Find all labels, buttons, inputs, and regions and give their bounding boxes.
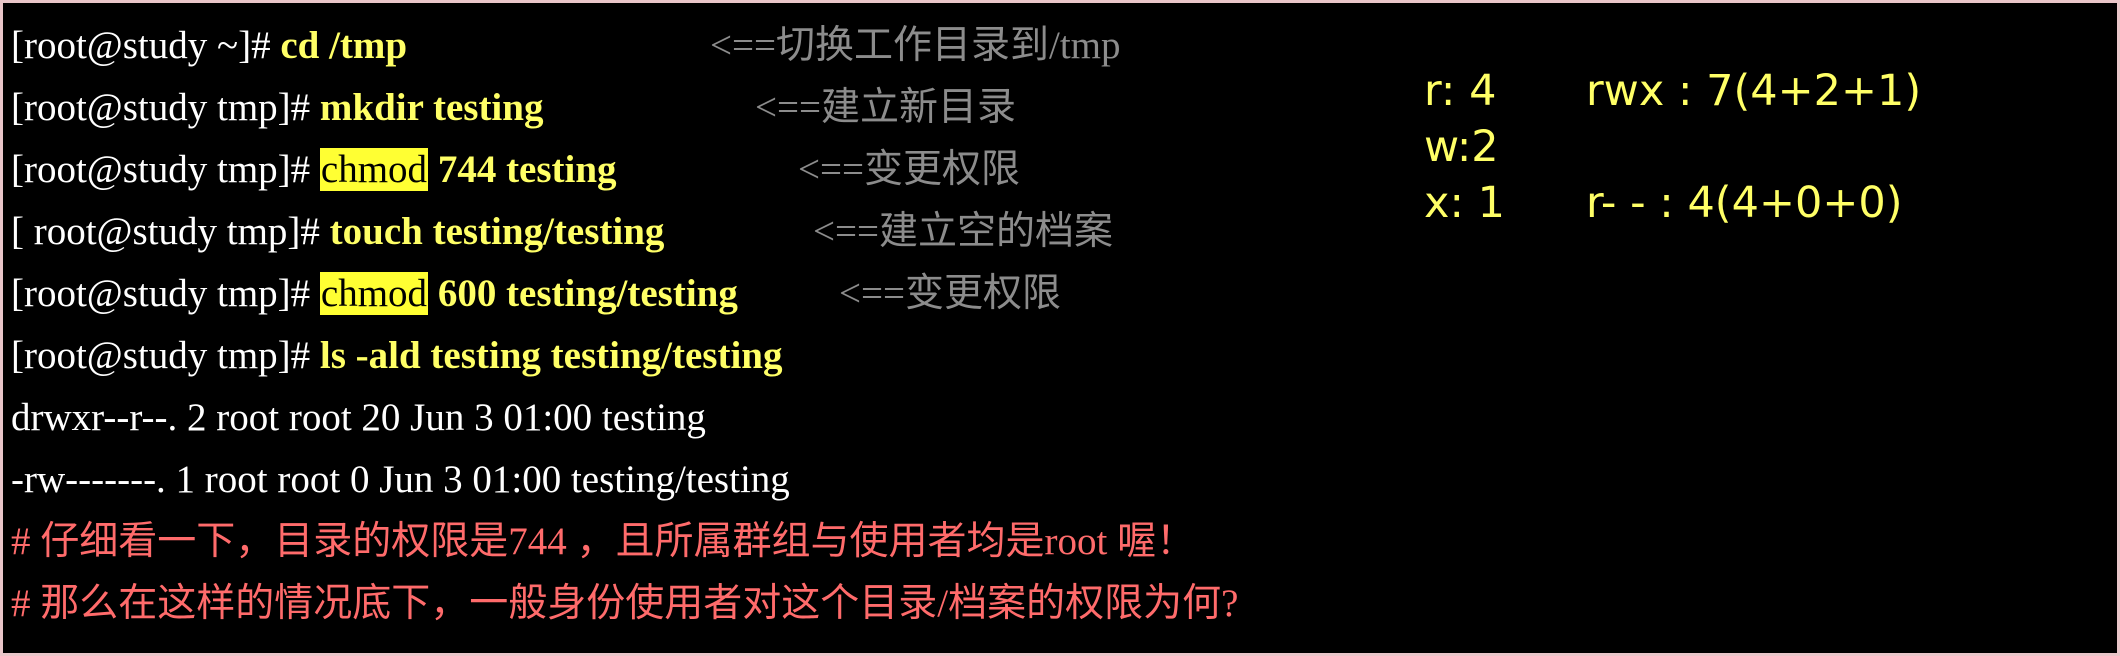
shell-prompt: [ root@study tmp]#: [11, 210, 330, 253]
terminal-window[interactable]: [root@study ~]# cd /tmp <==切换工作目录到/tmp […: [0, 0, 2120, 656]
command-text: 600 testing/testing: [428, 272, 738, 315]
command-text: touch testing/testing: [329, 210, 665, 253]
legend-r-only-sum: r- - : 4(4+0+0): [1586, 178, 1903, 228]
terminal-line-chmod-744: [root@study tmp]# chmod 744 testing: [11, 139, 617, 201]
terminal-line-ls: [root@study tmp]# ls -ald testing testin…: [11, 325, 782, 387]
legend-rwx-sum: rwx : 7(4+2+1): [1586, 66, 1922, 116]
command-text: ls -ald testing testing/testing: [319, 334, 783, 377]
ls-output-directory: drwxr--r--. 2 root root 20 Jun 3 01:00 t…: [11, 396, 706, 439]
line-comment: <==变更权限: [798, 148, 1020, 191]
terminal-line-cd: [root@study ~]# cd /tmp: [11, 15, 407, 77]
chmod-highlight: chmod: [319, 272, 429, 315]
line-comment: <==切换工作目录到/tmp: [710, 24, 1121, 67]
terminal-line-chmod-600: [root@study tmp]# chmod 600 testing/test…: [11, 263, 738, 325]
shell-prompt: [root@study tmp]#: [11, 86, 320, 129]
shell-prompt: [root@study tmp]#: [11, 334, 320, 377]
shell-prompt: [root@study tmp]#: [11, 272, 320, 315]
note-line: # 仔细看一下，目录的权限是744 ，且所属群组与使用者均是root 喔！: [11, 520, 1196, 563]
line-comment: <==建立新目录: [755, 86, 1016, 129]
shell-prompt: [root@study ~]#: [11, 24, 281, 67]
shell-prompt: [root@study tmp]#: [11, 148, 320, 191]
terminal-line-touch: [ root@study tmp]# touch testing/testing: [11, 201, 664, 263]
line-comment: <==建立空的档案: [813, 210, 1113, 253]
command-text: 744 testing: [428, 148, 617, 191]
legend-write-value: w:2: [1424, 122, 1499, 172]
command-text: mkdir testing: [319, 86, 544, 129]
chmod-highlight: chmod: [319, 148, 429, 191]
legend-read-value: r: 4: [1424, 66, 1497, 116]
note-line: # 那么在这样的情况底下，一般身份使用者对这个目录/档案的权限为何?: [11, 582, 1239, 625]
terminal-line-mkdir: [root@study tmp]# mkdir testing: [11, 77, 543, 139]
ls-output-file: -rw-------. 1 root root 0 Jun 3 01:00 te…: [11, 458, 790, 501]
legend-execute-value: x: 1: [1424, 178, 1505, 228]
command-text: cd /tmp: [280, 24, 408, 67]
line-comment: <==变更权限: [839, 272, 1061, 315]
